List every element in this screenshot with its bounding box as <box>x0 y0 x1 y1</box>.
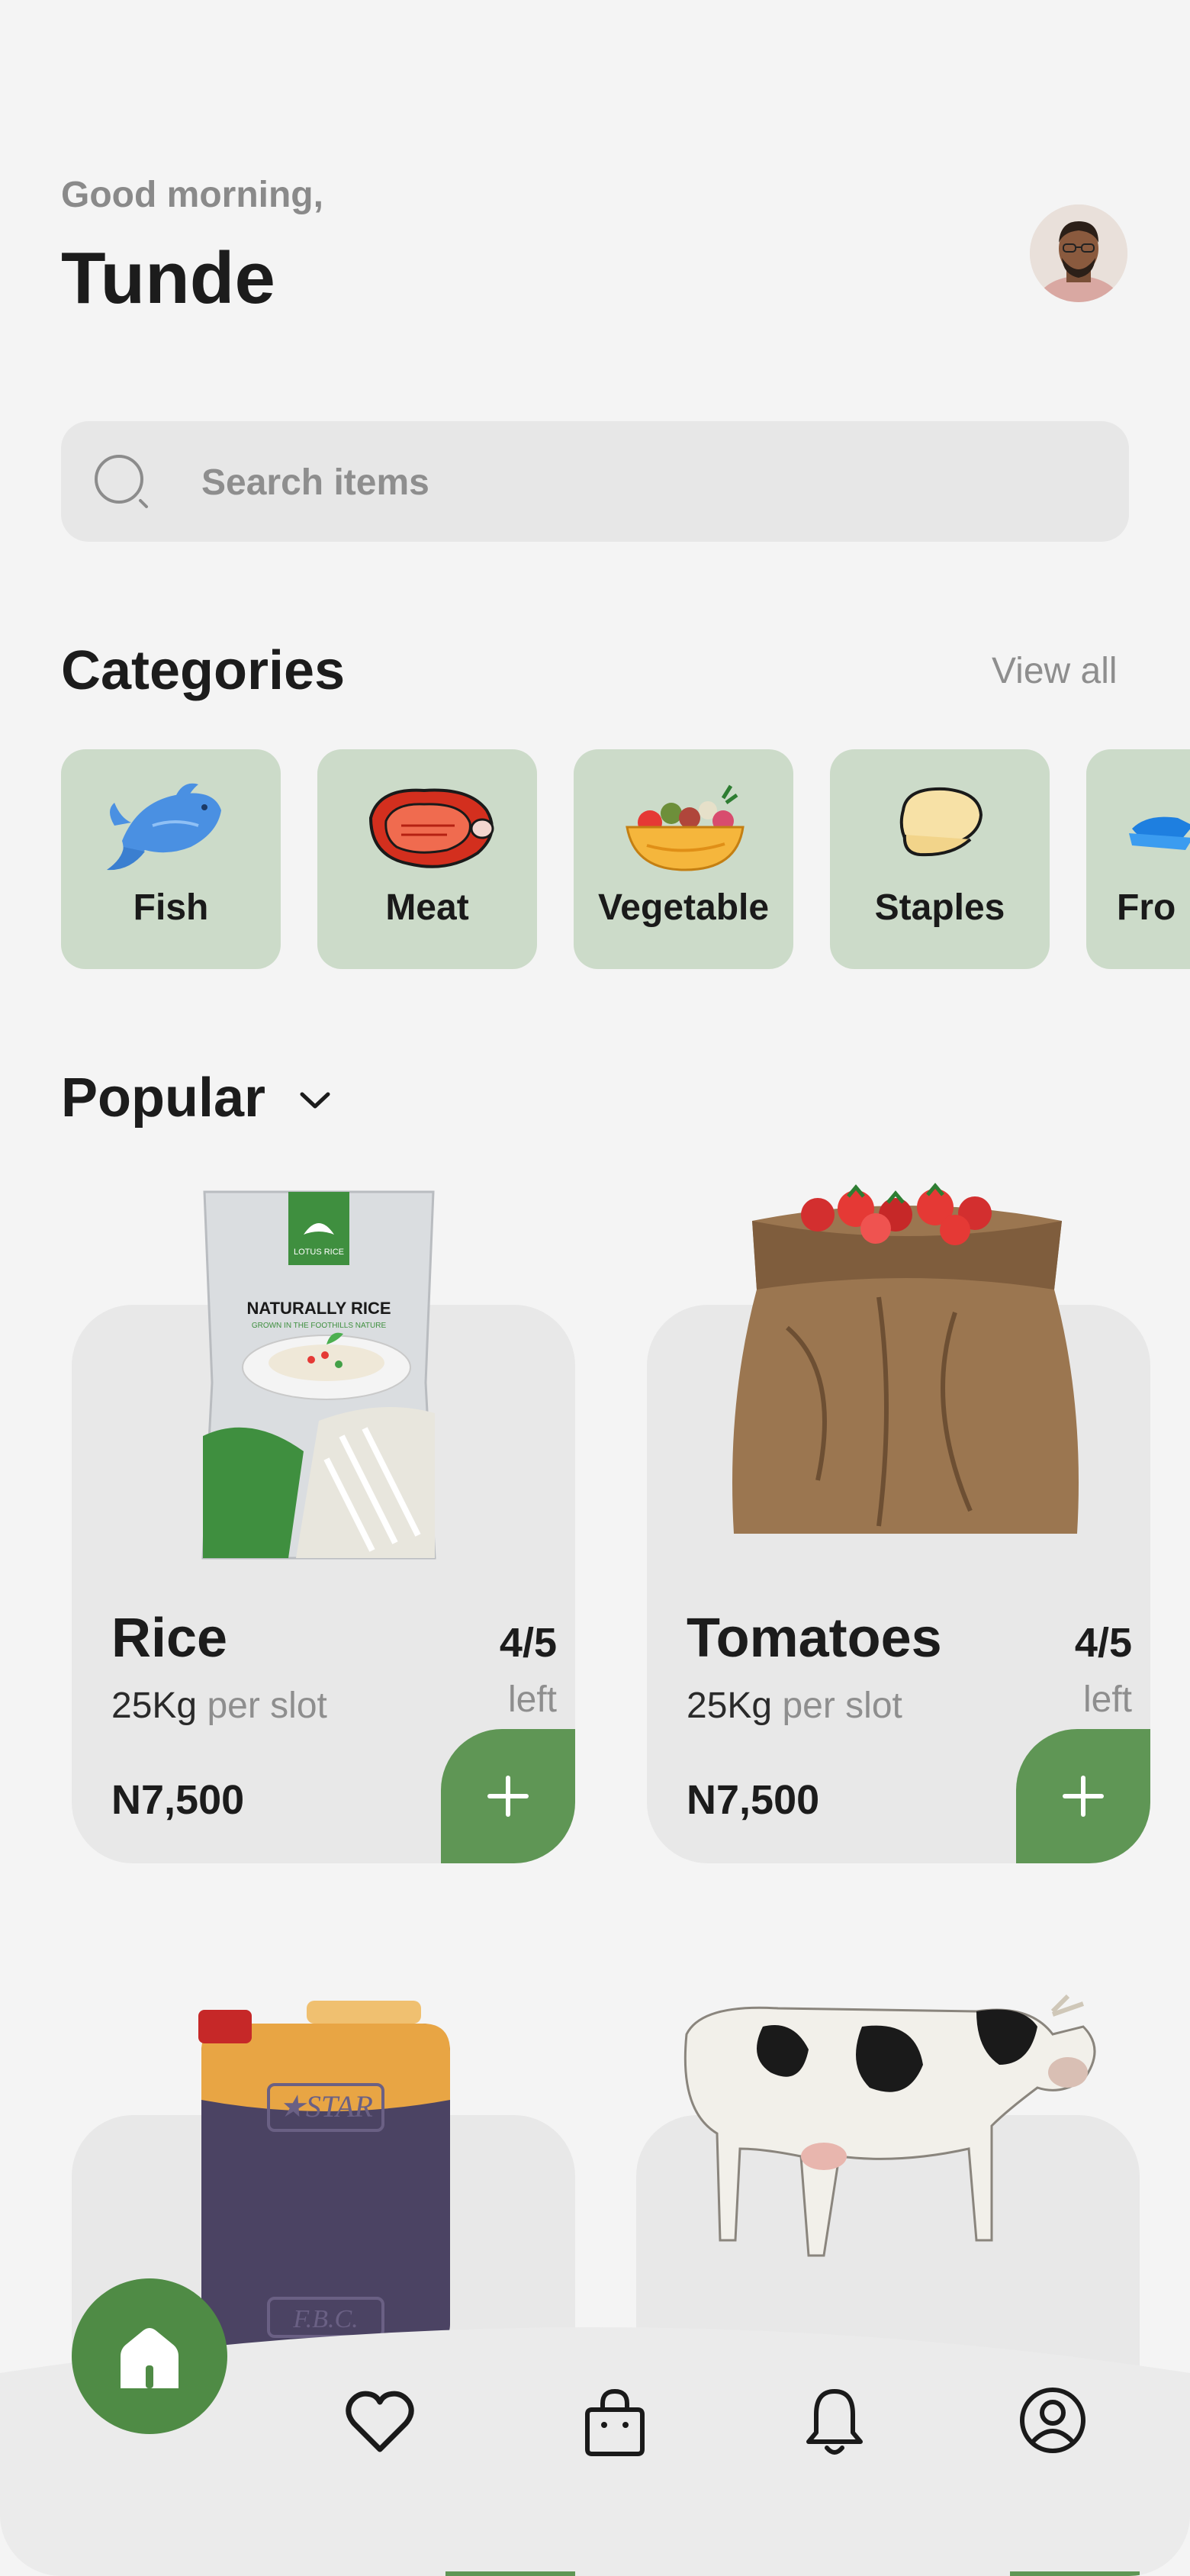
staples-icon <box>899 787 983 857</box>
chevron-down-icon[interactable] <box>296 1085 334 1116</box>
plus-icon <box>487 1776 529 1817</box>
category-label: Staples <box>874 887 1005 928</box>
add-to-cart-button[interactable] <box>441 1729 575 1863</box>
view-all-link[interactable]: View all <box>992 650 1118 692</box>
svg-text:NATURALLY RICE: NATURALLY RICE <box>246 1299 391 1318</box>
stock-left-label: left <box>507 1679 557 1720</box>
product-quantity: 25Kg per slot <box>111 1686 327 1726</box>
rice-bag-image: LOTUS RICE NATURALLY RICE GROWN IN THE F… <box>201 1190 436 1560</box>
shopping-bag-icon[interactable] <box>584 2387 645 2457</box>
greeting-text: Good morning, <box>61 175 323 215</box>
nav-home-button[interactable] <box>72 2278 227 2434</box>
product-name: Tomatoes <box>687 1608 942 1669</box>
fish-icon <box>107 783 221 871</box>
avatar[interactable] <box>1030 204 1127 302</box>
search-input[interactable] <box>201 452 1079 513</box>
category-vegetable[interactable]: Vegetable <box>574 749 793 969</box>
category-meat[interactable]: Meat <box>317 749 537 969</box>
user-name: Tunde <box>61 237 275 319</box>
svg-text:LOTUS RICE: LOTUS RICE <box>294 1248 344 1257</box>
svg-text:GROWN IN THE FOOTHILLS NATURE: GROWN IN THE FOOTHILLS NATURE <box>252 1322 387 1330</box>
heart-icon[interactable] <box>345 2390 415 2454</box>
frozen-icon <box>1129 816 1190 850</box>
avatar-photo <box>1030 204 1127 302</box>
search-icon <box>95 455 148 508</box>
category-label: Vegetable <box>597 887 770 928</box>
bell-icon[interactable] <box>806 2385 864 2457</box>
popular-title: Popular <box>61 1067 266 1129</box>
product-name: Rice <box>111 1608 228 1669</box>
category-staples[interactable]: Staples <box>830 749 1050 969</box>
scroll-indicator <box>1010 2571 1140 2576</box>
home-icon <box>121 2328 178 2388</box>
meat-icon <box>368 788 494 868</box>
scroll-indicator <box>445 2571 575 2576</box>
category-label: Fro <box>1117 887 1176 928</box>
product-quantity: 25Kg per slot <box>687 1686 902 1726</box>
categories-title: Categories <box>61 640 346 701</box>
stock-count: 4/5 <box>499 1620 557 1666</box>
category-label: Fish <box>133 887 209 928</box>
vegetable-bowl-icon <box>626 784 745 871</box>
category-fish[interactable]: Fish <box>61 749 281 969</box>
add-to-cart-button[interactable] <box>1016 1729 1150 1863</box>
svg-text:★STAR: ★STAR <box>278 2089 373 2124</box>
product-price: N7,500 <box>687 1777 820 1823</box>
oil-jerrycan-image: ★STAR F.B.C. <box>198 2001 450 2352</box>
product-price: N7,500 <box>111 1777 245 1823</box>
plus-icon <box>1063 1776 1104 1817</box>
category-label: Meat <box>385 887 469 928</box>
stock-count: 4/5 <box>1074 1620 1132 1666</box>
search-bar[interactable] <box>61 421 1129 542</box>
profile-icon[interactable] <box>1019 2387 1086 2454</box>
stock-left-label: left <box>1082 1679 1132 1720</box>
tomato-sack-image <box>732 1183 1079 1534</box>
cow-image <box>683 1994 1096 2257</box>
category-frozen[interactable]: Fro <box>1086 749 1190 969</box>
home-screen: Good morning, Tunde Categories View all <box>0 0 1190 2576</box>
